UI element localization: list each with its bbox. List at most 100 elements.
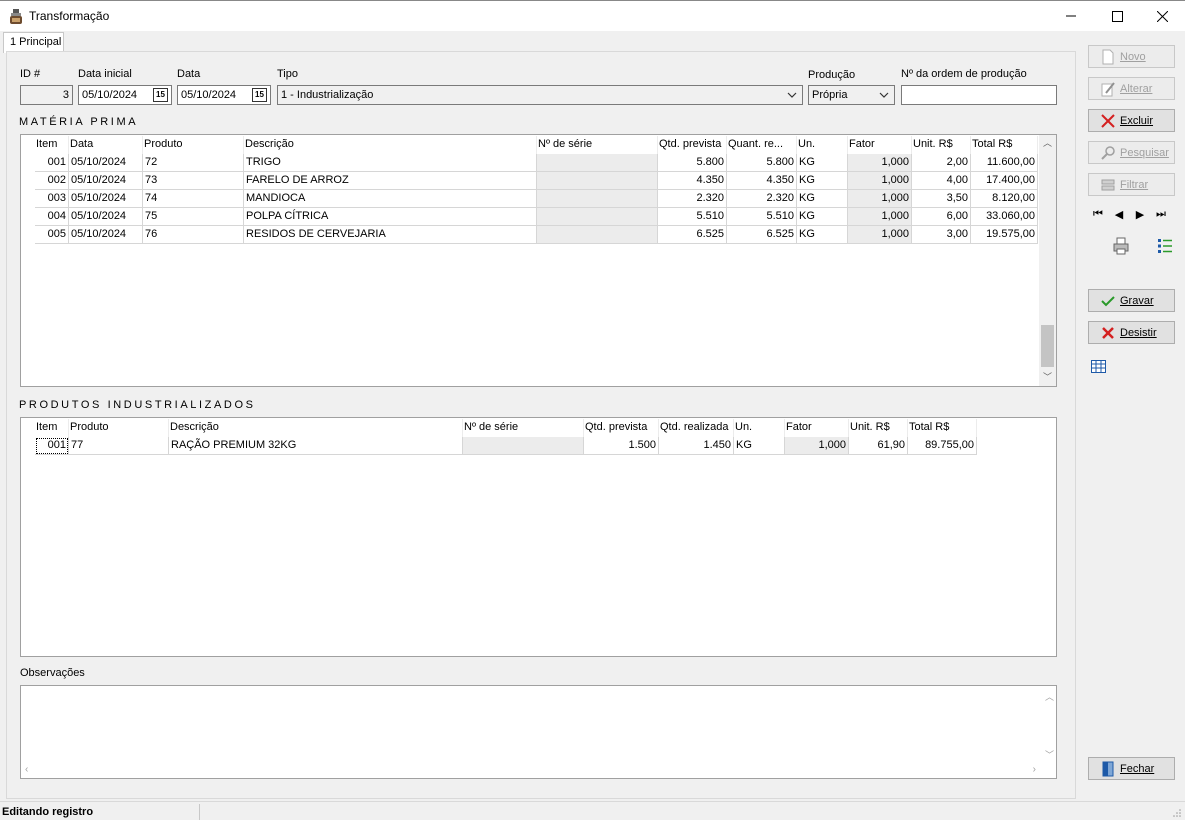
table-cell[interactable]: 1,000 [848,208,912,226]
column-header[interactable]: Quant. re... [727,136,797,154]
table-cell[interactable]: KG [797,190,848,208]
table-cell[interactable]: 001 [35,437,69,455]
table-cell[interactable]: 2.320 [727,190,797,208]
next-record-icon[interactable]: ▶ [1134,208,1146,221]
column-header[interactable]: Data [69,136,143,154]
table-cell[interactable]: 4.350 [727,172,797,190]
column-header[interactable]: Descrição [169,419,463,437]
table-cell[interactable]: 1,000 [848,190,912,208]
maximize-button[interactable] [1094,1,1140,31]
list-icon[interactable] [1157,238,1173,254]
table-cell[interactable]: 61,90 [849,437,908,455]
pesquisar-button[interactable]: Pesquisar [1088,141,1175,164]
table-cell[interactable]: 89.755,00 [908,437,977,455]
excluir-button[interactable]: Excluir [1088,109,1175,132]
table-cell[interactable]: 72 [143,154,244,172]
table-cell[interactable]: 6.525 [658,226,727,244]
column-header[interactable]: Item [35,419,69,437]
column-header[interactable]: Nº de série [537,136,658,154]
column-header[interactable]: Un. [734,419,785,437]
table-cell[interactable]: 5.510 [658,208,727,226]
table-cell[interactable] [537,226,658,244]
id-field[interactable]: 3 [20,85,73,105]
column-header[interactable]: Unit. R$ [849,419,908,437]
column-header[interactable]: Total R$ [971,136,1038,154]
table-cell[interactable]: RAÇÃO PREMIUM 32KG [169,437,463,455]
table-cell[interactable]: 75 [143,208,244,226]
table-cell[interactable] [537,154,658,172]
column-header[interactable]: Qtd. realizada [659,419,734,437]
table-cell[interactable]: 1.450 [659,437,734,455]
column-header[interactable]: Descrição [244,136,537,154]
data-field[interactable]: 05/10/2024 15 [177,85,271,105]
table-cell[interactable]: 003 [35,190,69,208]
gravar-button[interactable]: Gravar [1088,289,1175,312]
observacoes-textarea[interactable]: ︿ ﹀ ‹ › [20,685,1057,779]
table-cell[interactable]: 1,000 [848,226,912,244]
minimize-button[interactable] [1048,1,1094,31]
filtrar-button[interactable]: Filtrar [1088,173,1175,196]
desistir-button[interactable]: Desistir [1088,321,1175,344]
table-cell[interactable]: 05/10/2024 [69,208,143,226]
novo-button[interactable]: Novo [1088,45,1175,68]
column-header[interactable]: Qtd. prevista [658,136,727,154]
table-cell[interactable]: 33.060,00 [971,208,1038,226]
scroll-right-icon[interactable]: › [1033,764,1036,775]
table-cell[interactable]: 6,00 [912,208,971,226]
table-cell[interactable]: 74 [143,190,244,208]
producao-select[interactable]: Própria [808,85,895,105]
previous-record-icon[interactable]: ◀ [1113,208,1125,221]
table-cell[interactable] [537,172,658,190]
table-cell[interactable]: KG [797,208,848,226]
table-cell[interactable]: 05/10/2024 [69,226,143,244]
table-cell[interactable]: KG [797,154,848,172]
table-cell[interactable] [463,437,584,455]
data-inicial-field[interactable]: 05/10/2024 15 [78,85,172,105]
table-cell[interactable]: 1,000 [848,154,912,172]
table-cell[interactable]: 5.510 [727,208,797,226]
first-record-icon[interactable]: ⏮ [1092,208,1104,221]
calendar-icon[interactable]: 15 [153,88,168,102]
calendar-icon[interactable]: 15 [252,88,267,102]
table-cell[interactable]: 17.400,00 [971,172,1038,190]
table-cell[interactable] [537,190,658,208]
column-header[interactable]: Un. [797,136,848,154]
close-window-button[interactable] [1139,1,1185,31]
table-cell[interactable]: 4,00 [912,172,971,190]
table-cell[interactable]: 3,50 [912,190,971,208]
printer-icon[interactable] [1112,237,1130,255]
table-cell[interactable]: 05/10/2024 [69,154,143,172]
last-record-icon[interactable]: ⏭ [1155,208,1167,221]
column-header[interactable]: Nº de série [463,419,584,437]
materia-prima-grid[interactable]: Item Data Produto Descrição Nº de série Qtd. … [20,134,1057,387]
table-cell[interactable]: KG [734,437,785,455]
table-cell[interactable]: KG [797,172,848,190]
produtos-grid[interactable]: Item Produto Descrição Nº de série Qtd. prev… [20,417,1057,657]
table-cell[interactable]: 11.600,00 [971,154,1038,172]
table-cell[interactable] [537,208,658,226]
table-cell[interactable]: 73 [143,172,244,190]
ordem-input[interactable] [901,85,1057,105]
table-cell[interactable]: 2,00 [912,154,971,172]
column-header[interactable]: Total R$ [908,419,977,437]
column-header[interactable]: Qtd. prevista [584,419,659,437]
grid-table-icon[interactable] [1091,360,1106,373]
scroll-thumb[interactable] [1041,325,1054,367]
table-cell[interactable]: 19.575,00 [971,226,1038,244]
table-cell[interactable]: 5.800 [727,154,797,172]
table-cell[interactable]: 1,000 [785,437,849,455]
table-cell[interactable]: 6.525 [727,226,797,244]
column-header[interactable]: Produto [143,136,244,154]
table-cell[interactable]: 05/10/2024 [69,190,143,208]
scroll-left-icon[interactable]: ‹ [25,764,28,775]
table-cell[interactable]: 3,00 [912,226,971,244]
table-cell[interactable]: 2.320 [658,190,727,208]
column-header[interactable]: Produto [69,419,169,437]
table-cell[interactable]: 004 [35,208,69,226]
table-cell[interactable]: POLPA CÍTRICA [244,208,537,226]
table-cell[interactable]: 76 [143,226,244,244]
table-cell[interactable]: 005 [35,226,69,244]
scroll-up-icon[interactable]: ︿ [1045,690,1054,703]
alterar-button[interactable]: Alterar [1088,77,1175,100]
resize-grip-icon[interactable] [1172,808,1182,818]
